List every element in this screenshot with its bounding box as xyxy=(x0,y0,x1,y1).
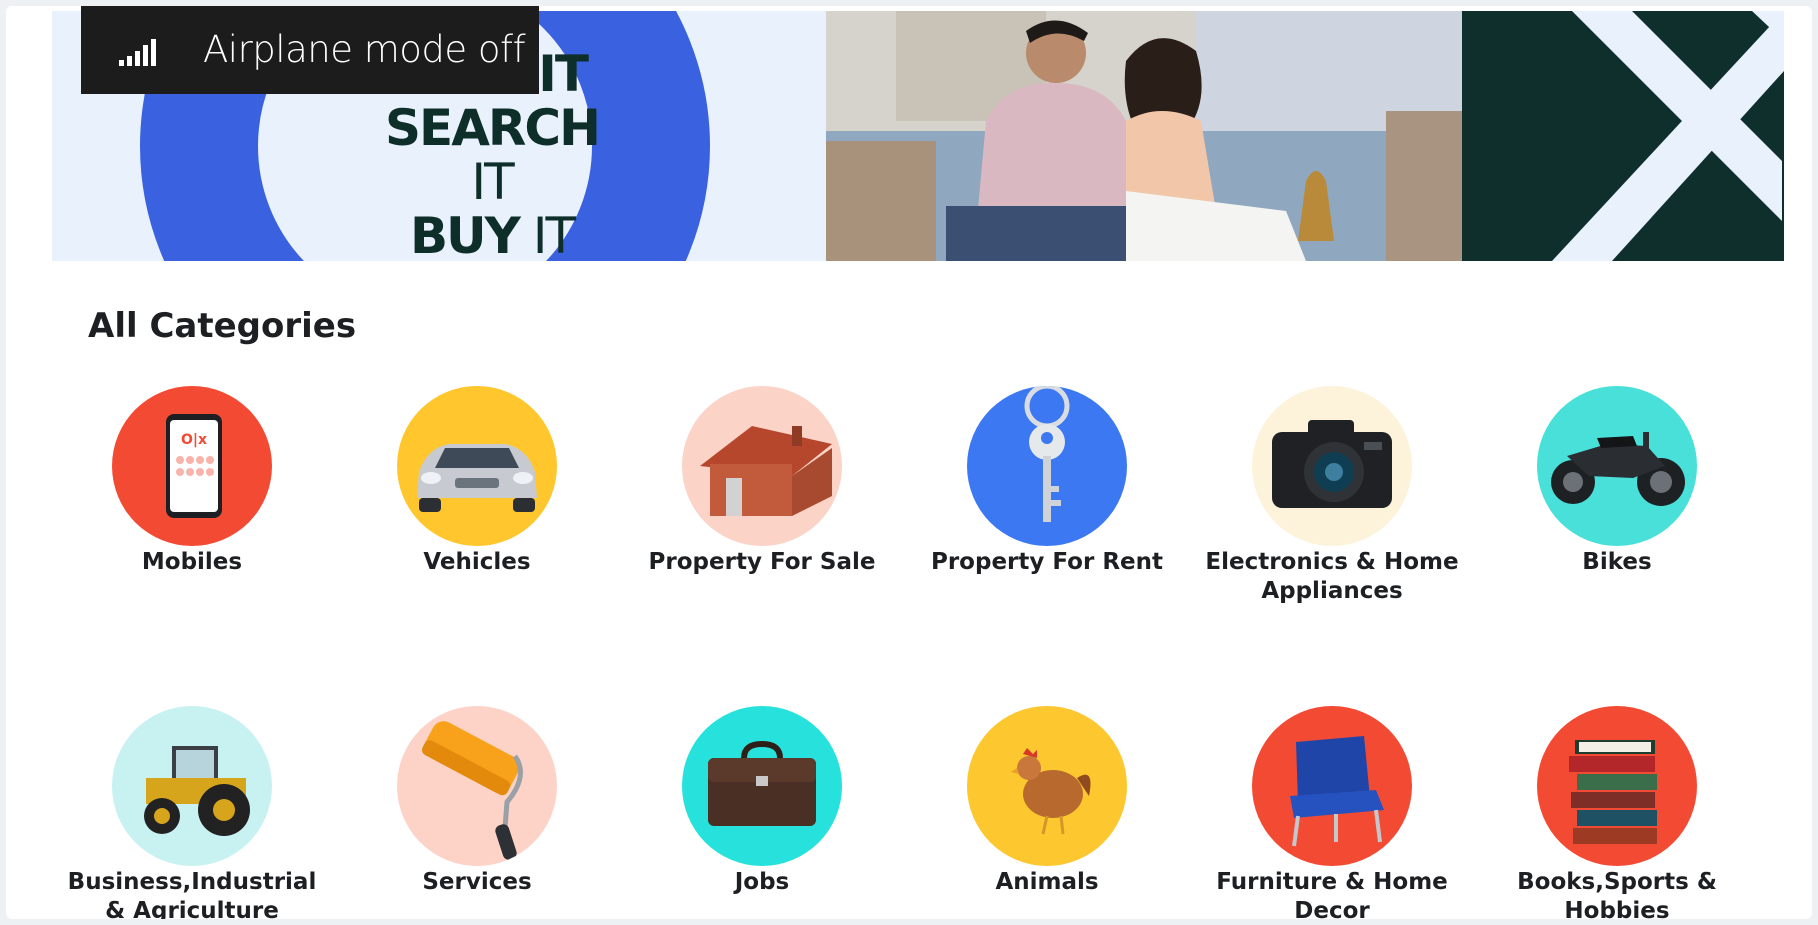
category-label: Electronics & Home Appliances xyxy=(1205,549,1459,604)
mobile-phone-icon: O|x xyxy=(166,414,222,518)
category-icon-circle xyxy=(397,706,557,866)
category-services[interactable]: Services xyxy=(347,706,607,897)
category-electronics[interactable]: Electronics & Home Appliances xyxy=(1202,386,1462,606)
category-label: Vehicles xyxy=(423,549,531,575)
paint-roller-icon xyxy=(422,721,523,860)
banner-line-buy: BUY IT xyxy=(409,207,576,261)
category-icon-circle xyxy=(682,386,842,546)
category-bikes[interactable]: Bikes xyxy=(1487,386,1747,577)
airplane-mode-toast: Airplane mode off xyxy=(81,6,539,94)
banner-logo-panel xyxy=(1462,11,1784,261)
category-icon-circle xyxy=(1537,386,1697,546)
category-business[interactable]: Business,Industrial & Agriculture xyxy=(62,706,322,919)
banner-line-search: SEARCH IT xyxy=(385,99,601,211)
house-icon xyxy=(700,426,832,516)
x-mark-graphic xyxy=(1462,11,1784,261)
toast-label: Airplane mode off xyxy=(203,28,526,71)
key-icon xyxy=(1024,386,1070,522)
books-icon xyxy=(1569,740,1657,844)
category-label: Property For Rent xyxy=(930,549,1163,575)
category-icon-circle xyxy=(112,706,272,866)
category-icon-circle: O|x xyxy=(112,386,272,546)
category-jobs[interactable]: Jobs xyxy=(632,706,892,897)
category-icon-circle xyxy=(1252,706,1412,866)
category-icon-circle xyxy=(397,386,557,546)
category-label: Books,Sports & Hobbies xyxy=(1517,869,1717,919)
category-label: Jobs xyxy=(734,869,790,895)
signal-bars-icon xyxy=(119,39,156,66)
category-animals[interactable]: Animals xyxy=(917,706,1177,897)
couple-illustration xyxy=(826,11,1462,261)
banner-couple-photo xyxy=(826,11,1462,261)
category-label: Animals xyxy=(995,869,1099,895)
category-property-for-sale[interactable]: Property For Sale xyxy=(632,386,892,577)
category-icon-circle xyxy=(967,386,1127,546)
hen-icon xyxy=(1011,748,1091,835)
section-heading: All Categories xyxy=(88,306,357,346)
category-icon-circle xyxy=(1252,386,1412,546)
armchair-icon xyxy=(1290,736,1384,847)
category-icon-circle xyxy=(1537,706,1697,866)
motorbike-icon xyxy=(1551,432,1685,506)
category-furniture[interactable]: Furniture & Home Decor xyxy=(1202,706,1462,919)
svg-text:O|x: O|x xyxy=(181,432,207,448)
category-vehicles[interactable]: Vehicles xyxy=(347,386,607,577)
car-icon xyxy=(417,444,537,512)
category-mobiles[interactable]: O|x Mobiles xyxy=(62,386,322,577)
category-label: Bikes xyxy=(1582,549,1652,575)
category-label: Furniture & Home Decor xyxy=(1216,869,1448,919)
briefcase-icon xyxy=(708,740,816,826)
tractor-icon xyxy=(144,746,250,836)
category-property-for-rent[interactable]: Property For Rent xyxy=(917,386,1177,577)
category-label: Property For Sale xyxy=(648,549,876,575)
category-label: Mobiles xyxy=(141,549,243,575)
category-label: Business,Industrial & Agriculture xyxy=(67,869,317,919)
category-icon-circle xyxy=(682,706,842,866)
page: SELL IT SEARCH IT BUY IT xyxy=(6,6,1812,919)
category-label: Services xyxy=(422,869,532,895)
category-icon-circle xyxy=(967,706,1127,866)
camera-icon xyxy=(1272,420,1392,508)
category-books-sports[interactable]: Books,Sports & Hobbies xyxy=(1487,706,1747,919)
